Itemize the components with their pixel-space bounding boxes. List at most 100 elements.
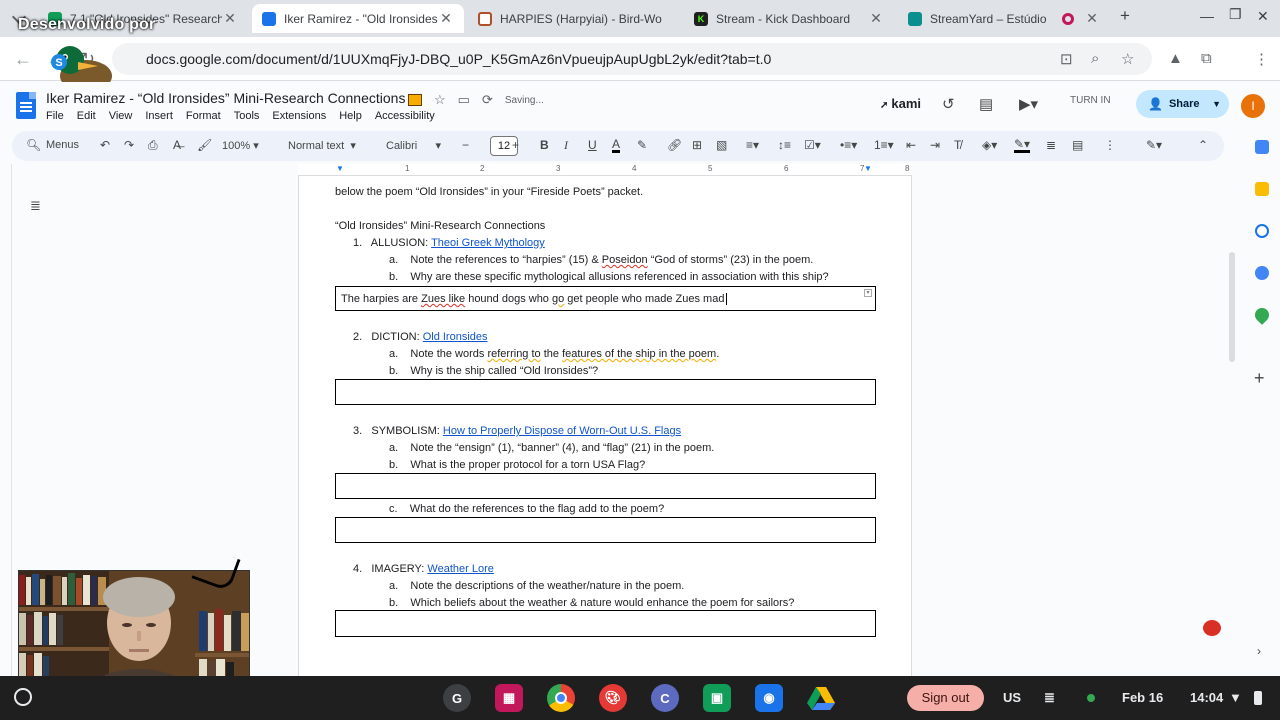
share-button[interactable]: 👤 Share ▼ <box>1136 90 1229 118</box>
spellcheck-icon[interactable]: A̶ <box>173 138 181 152</box>
q3-answer-box-c[interactable] <box>335 517 876 543</box>
back-icon[interactable]: ← <box>14 49 32 70</box>
close-window-icon[interactable]: ✕ <box>1257 8 1269 25</box>
calendar-icon[interactable] <box>1255 140 1269 154</box>
new-tab-icon[interactable]: + <box>1120 6 1130 26</box>
time-display[interactable]: 14:04 <box>1190 690 1223 705</box>
zoom-icon[interactable]: ⌕ <box>1091 50 1099 67</box>
battery-icon[interactable] <box>1254 691 1262 705</box>
canva-palette-icon[interactable]: 🎨︎ <box>599 684 627 712</box>
document-title[interactable]: Iker Ramirez - “Old Ironsides” Mini-Rese… <box>46 90 405 106</box>
search-menus-icon[interactable]: 🔍︎ <box>26 138 41 152</box>
italic-icon[interactable]: I <box>564 138 568 153</box>
left-indent-marker-icon[interactable]: ▼ <box>336 164 344 173</box>
add-addon-icon[interactable]: + <box>1254 368 1265 389</box>
underline-icon[interactable]: U <box>588 138 597 152</box>
add-comment-icon[interactable]: ⊞ <box>692 138 702 152</box>
menu-file[interactable]: File <box>46 110 64 122</box>
tasks-icon[interactable] <box>1255 224 1269 238</box>
q1-answer-text[interactable]: The harpies are Zues like hound dogs who… <box>341 293 728 306</box>
clear-formatting-icon[interactable]: T̸ <box>954 138 961 152</box>
restore-icon[interactable]: ❐ <box>1229 6 1242 23</box>
kami-button[interactable]: ➚ kami <box>880 96 921 111</box>
highlight-icon[interactable]: ✎ <box>637 138 647 152</box>
launcher-icon[interactable] <box>14 688 32 706</box>
google-search-icon[interactable]: G <box>443 684 471 712</box>
border-style-icon[interactable]: ≣ <box>1046 138 1056 152</box>
q2-link[interactable]: Old Ironsides <box>423 331 488 343</box>
align-icon[interactable]: ≡▾ <box>746 138 759 152</box>
minimize-icon[interactable]: — <box>1200 8 1214 24</box>
close-icon[interactable]: ✕ <box>1084 10 1100 27</box>
editing-mode-icon[interactable]: ✎▾ <box>1146 138 1162 152</box>
drive-icon[interactable] <box>807 684 835 712</box>
link-icon[interactable]: 🔗︎ <box>667 138 682 152</box>
q2-answer-box[interactable] <box>335 379 876 405</box>
menu-format[interactable]: Format <box>186 110 221 122</box>
document-page[interactable]: below the poem “Old Ironsides” in your “… <box>298 176 912 676</box>
tab-docs[interactable]: Iker Ramirez - "Old Ironsides" M ✕ <box>252 4 464 33</box>
numbered-list-icon[interactable]: 1≡▾ <box>874 138 894 152</box>
flagged-word[interactable]: go <box>552 293 564 305</box>
right-indent-marker-icon[interactable]: ▼ <box>864 164 872 173</box>
menu-accessibility[interactable]: Accessibility <box>375 110 435 122</box>
table-cell-menu-icon[interactable]: ▾ <box>864 289 872 297</box>
checklist-icon[interactable]: ☑▾ <box>804 138 821 152</box>
flagged-word[interactable]: referring to <box>487 348 540 360</box>
camera-app-icon[interactable]: ◉ <box>755 684 783 712</box>
print-icon[interactable]: ⎙ <box>148 138 158 153</box>
star-icon[interactable]: ☆ <box>434 92 446 108</box>
q3-answer-box-b[interactable] <box>335 473 876 499</box>
url-field[interactable]: docs.google.com/document/d/1UUXmqFjyJ-DB… <box>112 43 1152 75</box>
contacts-icon[interactable] <box>1255 266 1269 280</box>
flagged-word[interactable]: Poseidon <box>602 254 648 266</box>
menus-search[interactable]: Menus <box>46 139 79 151</box>
kami-record-icon[interactable] <box>1203 620 1221 636</box>
text-color-icon[interactable]: A <box>612 138 621 153</box>
collapse-menus-icon[interactable]: ⌃ <box>1198 138 1208 152</box>
font-select[interactable]: Calibri ▾ <box>386 139 441 152</box>
clipboard-icon[interactable]: ≣ <box>1044 690 1055 706</box>
redo-icon[interactable]: ↷ <box>124 138 134 152</box>
menu-extensions[interactable]: Extensions <box>272 110 326 122</box>
maps-icon[interactable] <box>1252 305 1272 325</box>
more-menu-icon[interactable]: ⋮ <box>1254 50 1269 68</box>
tab-harpies[interactable]: HARPIES (Harpyiai) - Bird-Wo <box>468 4 680 33</box>
menu-view[interactable]: View <box>109 110 133 122</box>
tab-kick[interactable]: K Stream - Kick Dashboard ✕ <box>684 4 894 33</box>
more-tools-icon[interactable]: ⋮ <box>1104 138 1116 152</box>
outline-icon[interactable]: ≣ <box>30 198 41 214</box>
close-icon[interactable]: ✕ <box>222 10 238 27</box>
version-history-icon[interactable]: ↺ <box>942 95 955 113</box>
q3-link[interactable]: How to Properly Dispose of Worn-Out U.S.… <box>443 425 681 437</box>
border-color-icon[interactable]: ◈▾ <box>982 138 997 152</box>
scrollbar-thumb[interactable] <box>1229 252 1235 362</box>
tab-streamyard[interactable]: StreamYard – Estúdio ✕ <box>898 4 1110 33</box>
menu-insert[interactable]: Insert <box>145 110 173 122</box>
sign-out-button[interactable]: Sign out <box>907 685 984 711</box>
q4-answer-box[interactable] <box>335 610 876 637</box>
q1-link[interactable]: Theoi Greek Mythology <box>431 237 545 249</box>
menu-edit[interactable]: Edit <box>77 110 96 122</box>
menu-tools[interactable]: Tools <box>234 110 260 122</box>
close-icon[interactable]: ✕ <box>438 10 454 27</box>
increase-font-icon[interactable]: + <box>512 138 519 152</box>
border-width-icon[interactable]: ✎▾ <box>1014 138 1031 153</box>
meet-icon[interactable]: ▶▾ <box>1019 95 1038 113</box>
menu-help[interactable]: Help <box>339 110 362 122</box>
increase-indent-icon[interactable]: ⇥ <box>930 138 940 152</box>
q4-link[interactable]: Weather Lore <box>427 563 493 575</box>
undo-icon[interactable]: ↶ <box>100 138 110 152</box>
kami-badge-icon[interactable] <box>408 94 422 106</box>
classroom-app-icon[interactable]: ▣ <box>703 684 731 712</box>
date-display[interactable]: Feb 16 <box>1122 690 1163 705</box>
style-select[interactable]: Normal text ▾ <box>288 139 356 152</box>
flagged-word[interactable]: features of the ship in the poem <box>562 348 716 360</box>
keep-icon[interactable] <box>1255 182 1269 196</box>
wifi-icon[interactable]: ▼ <box>1229 690 1242 705</box>
bookmark-star-icon[interactable]: ☆ <box>1121 50 1134 68</box>
turn-in-button[interactable]: TURN IN <box>1070 95 1111 106</box>
insert-image-icon[interactable]: ▧ <box>716 138 727 152</box>
paint-format-icon[interactable]: 🖌︎ <box>197 138 212 152</box>
move-folder-icon[interactable]: ▭ <box>458 92 470 108</box>
